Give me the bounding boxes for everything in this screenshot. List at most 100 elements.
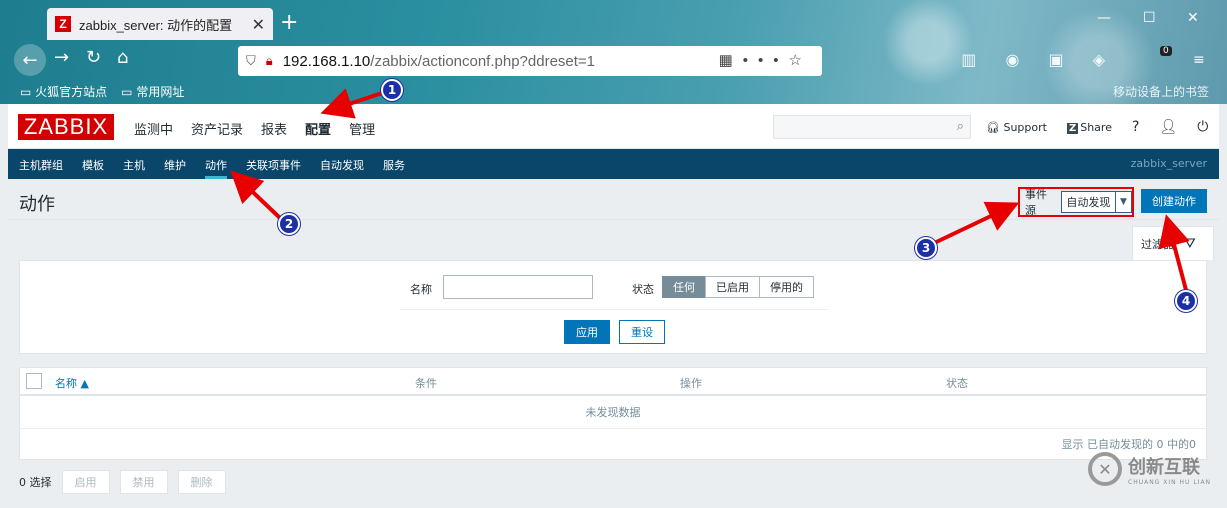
url-host: 192.168.1.10 <box>282 52 371 70</box>
main-content: 动作 事件源 自动发现 ▼ 创建动作 过滤器 ⛛ 名称 状态 任何 已启用 停用… <box>8 179 1219 508</box>
subnav-correlation[interactable]: 关联项事件 <box>246 157 301 179</box>
menu-monitoring[interactable]: 监测中 <box>134 119 173 138</box>
bookmarks-bar: 火狐官方站点 常用网址 <box>20 83 184 100</box>
subnav-discovery[interactable]: 自动发现 <box>320 157 364 179</box>
bookmark-item[interactable]: 常用网址 <box>121 83 184 100</box>
event-source-label: 事件源 <box>1025 188 1047 217</box>
bookmark-item[interactable]: 火狐官方站点 <box>20 83 107 100</box>
browser-tab[interactable]: Z zabbix_server: 动作的配置 ✕ <box>47 8 273 40</box>
reload-icon[interactable]: ↻ <box>86 47 101 68</box>
subnav-maintenance[interactable]: 维护 <box>164 157 186 179</box>
status-option-any[interactable]: 任何 <box>662 276 706 298</box>
no-data-message: 未发现数据 <box>585 406 641 419</box>
mobile-bookmarks[interactable]: 移动设备上的书签 <box>1113 83 1209 100</box>
event-source-value: 自动发现 <box>1066 196 1111 209</box>
shield-icon: ⛉ <box>246 53 256 68</box>
column-status: 状态 <box>946 377 968 390</box>
chevron-down-icon[interactable]: ▼ <box>1115 192 1131 212</box>
headset-icon: 🎧︎ <box>986 120 1004 134</box>
url-actions-icons[interactable]: ▦•••☆ <box>719 51 812 69</box>
actions-table: 名称 ▲ 条件 操作 状态 未发现数据 显示 已自动发现的 0 中的0 <box>19 367 1207 460</box>
event-source-select[interactable]: 自动发现 ▼ <box>1061 191 1132 213</box>
url-bar[interactable]: ⛉ 🔒︎ 192.168.1.10/zabbix/actionconf.php?… <box>238 46 822 76</box>
logout-icon[interactable]: ⏻ <box>1197 119 1208 135</box>
enable-button[interactable]: 启用 <box>61 470 110 494</box>
menu-inventory[interactable]: 资产记录 <box>191 119 243 138</box>
delete-button[interactable]: 删除 <box>177 470 226 494</box>
event-source-group: 事件源 自动发现 ▼ <box>1018 187 1134 217</box>
browser-chrome: Z zabbix_server: 动作的配置 ✕ + — ☐ ✕ ← → ↻ ⌂… <box>0 0 1227 104</box>
select-all-checkbox[interactable] <box>26 373 42 389</box>
support-link[interactable]: 🎧︎ Support <box>986 121 1047 134</box>
help-icon[interactable]: ? <box>1132 119 1139 135</box>
user-icon[interactable]: 👤︎ <box>1159 119 1177 135</box>
column-conditions: 条件 <box>415 377 437 390</box>
sub-navigation: 主机群组 模板 主机 维护 动作 关联项事件 自动发现 服务 zabbix_se… <box>8 149 1219 179</box>
disable-button[interactable]: 禁用 <box>119 470 168 494</box>
filter-panel: 名称 状态 任何 已启用 停用的 应用 重设 <box>19 260 1207 354</box>
table-header: 名称 ▲ 条件 操作 状态 <box>20 368 1206 396</box>
status-option-disabled[interactable]: 停用的 <box>759 276 814 298</box>
zabbix-header: ZABBIX 监测中 资产记录 报表 配置 管理 ⌕ 🎧︎ Support ZS… <box>8 104 1219 163</box>
filter-tab-label: 过滤器 <box>1141 237 1174 251</box>
tab-title: zabbix_server: 动作的配置 <box>79 17 233 33</box>
share-z-icon: Z <box>1066 122 1079 134</box>
filter-name-label: 名称 <box>410 283 432 296</box>
filter-name-input[interactable] <box>443 275 593 299</box>
annotation-badge-1: 1 <box>381 79 403 101</box>
record-count: 显示 已自动发现的 0 中的0 <box>1061 438 1197 451</box>
share-label: Share <box>1080 120 1112 134</box>
annotation-badge-3: 3 <box>915 237 937 259</box>
close-window-icon[interactable]: ✕ <box>1187 10 1199 26</box>
subnav-actions[interactable]: 动作 <box>205 157 227 179</box>
url-path: /zabbix/actionconf.php?ddreset=1 <box>370 52 596 70</box>
column-name[interactable]: 名称 ▲ <box>55 375 89 391</box>
column-operations: 操作 <box>680 377 702 390</box>
maximize-icon[interactable]: ☐ <box>1143 10 1156 26</box>
watermark-circle-icon: ✕ <box>1088 452 1122 486</box>
reset-button[interactable]: 重设 <box>619 320 665 344</box>
forward-icon[interactable]: → <box>54 47 69 68</box>
watermark-subtext: CHUANG XIN HU LIAN <box>1128 478 1212 486</box>
filter-icon: ⛛ <box>1184 235 1196 252</box>
extension-badge: 0 <box>1160 46 1172 56</box>
table-footer: 0 选择 启用 禁用 删除 <box>19 470 226 494</box>
apply-button[interactable]: 应用 <box>564 320 610 344</box>
zabbix-logo[interactable]: ZABBIX <box>18 114 114 140</box>
page-title: 动作 <box>19 194 55 215</box>
menu-reports[interactable]: 报表 <box>261 119 287 138</box>
share-link[interactable]: Z Share <box>1066 120 1112 134</box>
create-action-button[interactable]: 创建动作 <box>1141 189 1207 213</box>
back-button-icon[interactable]: ← <box>14 44 46 76</box>
home-icon[interactable]: ⌂ <box>117 47 128 68</box>
header-links: 🎧︎ Support Z Share ? 👤︎ ⏻ <box>986 119 1208 135</box>
status-segmented-control: 任何 已启用 停用的 <box>662 276 814 298</box>
subnav-host-groups[interactable]: 主机群组 <box>19 157 63 179</box>
menu-hamburger-icon[interactable]: ≡ <box>1193 52 1205 68</box>
close-tab-icon[interactable]: ✕ <box>252 15 265 34</box>
subnav-hosts[interactable]: 主机 <box>123 157 145 179</box>
global-search-input[interactable]: ⌕ <box>773 115 971 139</box>
divider <box>400 309 828 310</box>
new-tab-button[interactable]: + <box>280 10 298 35</box>
search-icon[interactable]: ⌕ <box>957 119 964 134</box>
menu-configuration[interactable]: 配置 <box>305 119 331 163</box>
menu-administration[interactable]: 管理 <box>349 119 375 138</box>
subnav-services[interactable]: 服务 <box>383 157 405 179</box>
insecure-lock-icon: 🔒︎ <box>265 53 273 68</box>
main-menu: 监测中 资产记录 报表 配置 管理 <box>134 119 375 163</box>
server-name: zabbix_server <box>1130 157 1207 170</box>
minimize-icon[interactable]: — <box>1097 10 1111 26</box>
filter-tab[interactable]: 过滤器 ⛛ <box>1132 226 1214 260</box>
watermark-text: 创新互联 <box>1128 456 1200 478</box>
selected-count: 0 选择 <box>19 476 52 489</box>
status-option-enabled[interactable]: 已启用 <box>705 276 760 298</box>
filter-status-label: 状态 <box>632 283 654 296</box>
divider <box>8 219 1219 220</box>
subnav-templates[interactable]: 模板 <box>82 157 104 179</box>
divider <box>20 428 1206 429</box>
support-label: Support <box>1003 120 1047 134</box>
toolbar-extension-icons[interactable]: ▥ ◉ ▣ ◈ <box>961 50 1117 69</box>
zabbix-favicon-icon: Z <box>55 16 71 32</box>
watermark-logo: ✕ 创新互联 CHUANG XIN HU LIAN <box>1088 452 1211 486</box>
